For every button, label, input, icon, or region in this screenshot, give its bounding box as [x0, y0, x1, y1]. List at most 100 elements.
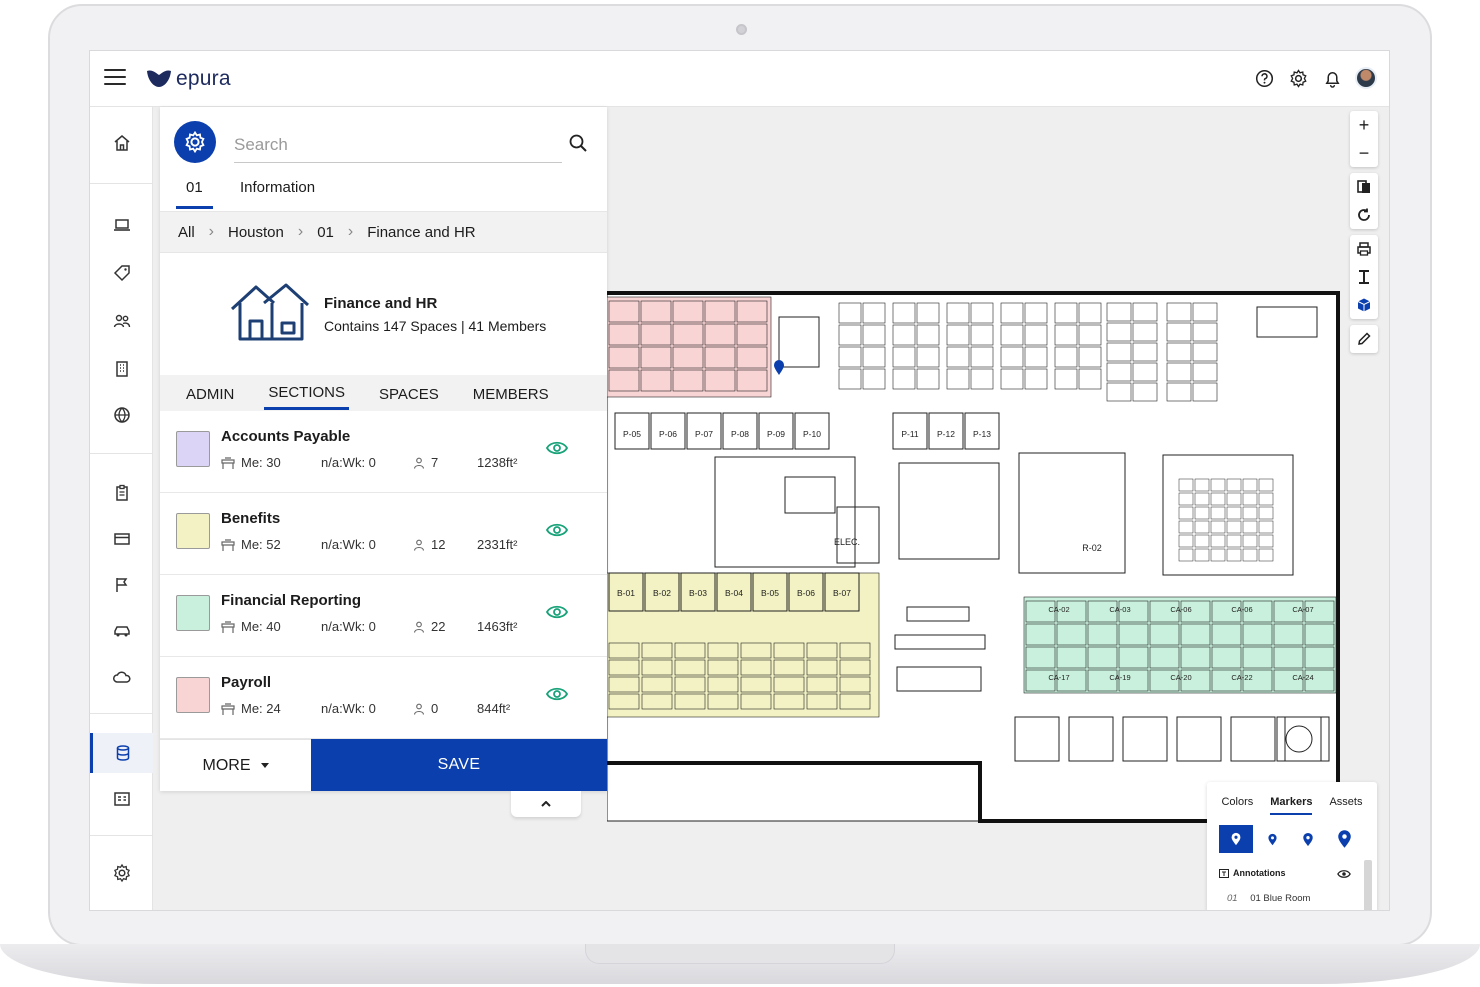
annotations-row: Annotations [1219, 868, 1286, 878]
section-area: 2331ft² [477, 537, 518, 552]
tab-admin[interactable]: ADMIN [182, 378, 238, 409]
tool-controls [1350, 235, 1378, 319]
tag-icon[interactable] [90, 253, 153, 293]
tab-floor-number[interactable]: 01 [176, 179, 213, 209]
laptop-notch [585, 944, 895, 964]
nav-settings-icon[interactable] [90, 853, 153, 893]
person-icon [413, 703, 425, 715]
app-screen: epura P-05 P-06 P-07 P-08 P-09 P-10 P-11… [89, 50, 1390, 911]
pencil-icon[interactable] [1350, 325, 1378, 353]
database-icon[interactable] [90, 733, 153, 773]
legend-tab-assets[interactable]: Assets [1329, 796, 1362, 815]
clipboard-icon[interactable] [90, 473, 153, 513]
office-label: P-08 [731, 429, 749, 439]
collapse-panel-button[interactable] [511, 791, 581, 817]
ca-label: CA-06 [1231, 605, 1252, 614]
section-color-swatch[interactable] [176, 595, 210, 631]
layers-icon[interactable] [1350, 173, 1378, 201]
print-icon[interactable] [1350, 235, 1378, 263]
tab-spaces[interactable]: SPACES [375, 378, 443, 409]
app-logo[interactable]: epura [146, 67, 231, 91]
breadcrumb-houston[interactable]: Houston [228, 224, 284, 241]
visibility-eye-icon[interactable] [545, 441, 569, 460]
id-card-icon[interactable] [90, 779, 153, 819]
refresh-icon[interactable] [1350, 201, 1378, 229]
view-controls [1350, 173, 1378, 229]
section-people: 22 [431, 619, 446, 634]
more-button[interactable]: MORE [160, 739, 311, 791]
annotation-room-item[interactable]: 01 01 Blue Room [1227, 893, 1310, 904]
measure-icon[interactable] [1350, 263, 1378, 291]
3d-cube-icon[interactable] [1350, 291, 1378, 319]
home-icon[interactable] [90, 123, 153, 163]
marker-pin-filled-icon[interactable] [1219, 825, 1253, 853]
tab-sections[interactable]: SECTIONS [264, 376, 350, 410]
search-icon[interactable] [568, 133, 588, 158]
section-desks: Me: 40 [241, 619, 281, 634]
section-row[interactable]: Accounts Payable Me: 30 n/a:Wk: 0 7 1238ft² [160, 411, 607, 493]
ca-label: CA-03 [1109, 605, 1130, 614]
card-icon[interactable] [90, 519, 153, 559]
section-name: Payroll [221, 674, 272, 691]
section-name: Accounts Payable [221, 428, 351, 445]
department-info-card: Finance and HR Contains 147 Spaces | 41 … [160, 253, 607, 375]
building-icon[interactable] [90, 349, 153, 389]
breadcrumb-floor[interactable]: 01 [317, 224, 334, 241]
annotations-eye-icon[interactable] [1337, 866, 1351, 884]
user-avatar[interactable] [1355, 67, 1377, 89]
tab-information[interactable]: Information [240, 179, 315, 206]
app-name: epura [176, 67, 231, 90]
section-row[interactable]: Benefits Me: 52 n/a:Wk: 0 12 2331ft² [160, 493, 607, 575]
breadcrumb-department: Finance and HR [367, 223, 476, 241]
bell-icon[interactable] [1321, 67, 1343, 89]
section-row[interactable]: Payroll Me: 24 n/a:Wk: 0 0 844ft² [160, 657, 607, 739]
visibility-eye-icon[interactable] [545, 523, 569, 542]
ca-label: CA-07 [1292, 605, 1313, 614]
section-workstations: n/a:Wk: 0 [321, 537, 376, 552]
tab-members[interactable]: MEMBERS [469, 378, 553, 409]
settings-icon[interactable] [1287, 67, 1309, 89]
section-area: 1463ft² [477, 619, 518, 634]
save-button[interactable]: SAVE [311, 739, 607, 791]
breadcrumb-all[interactable]: All [178, 224, 195, 241]
zoom-controls: + − [1350, 111, 1378, 167]
space-settings-icon[interactable] [174, 121, 216, 163]
legend-tab-colors[interactable]: Colors [1221, 796, 1253, 815]
legend-tab-markers[interactable]: Markers [1270, 796, 1313, 815]
person-icon [413, 621, 425, 633]
people-icon[interactable] [90, 301, 153, 341]
breadcrumb: All › Houston › 01 › Finance and HR [160, 211, 607, 253]
section-workstations: n/a:Wk: 0 [321, 619, 376, 634]
office-label: B-02 [653, 588, 671, 598]
flag-icon[interactable] [90, 565, 153, 605]
marker-pin-small-icon[interactable] [1255, 825, 1289, 853]
zoom-in-button[interactable]: + [1350, 111, 1378, 139]
section-color-swatch[interactable] [176, 513, 210, 549]
section-row[interactable]: Financial Reporting Me: 40 n/a:Wk: 0 22 1463… [160, 575, 607, 657]
desk-icon [221, 538, 235, 551]
cloud-icon[interactable] [90, 657, 153, 697]
visibility-eye-icon[interactable] [545, 687, 569, 706]
globe-icon[interactable] [90, 395, 153, 435]
section-desks: Me: 52 [241, 537, 281, 552]
chevron-right-icon: › [208, 223, 214, 240]
legend-scrollbar[interactable] [1364, 860, 1372, 910]
ca-label: CA-19 [1109, 673, 1130, 682]
person-icon [413, 457, 425, 469]
search-input[interactable] [234, 127, 562, 163]
section-color-swatch[interactable] [176, 431, 210, 467]
edit-controls [1350, 325, 1378, 353]
zoom-out-button[interactable]: − [1350, 139, 1378, 167]
marker-pin-large-icon[interactable] [1327, 825, 1361, 853]
section-desks: Me: 30 [241, 455, 281, 470]
laptop-icon[interactable] [90, 205, 153, 245]
marker-pin-medium-icon[interactable] [1291, 825, 1325, 853]
menu-icon[interactable] [104, 69, 126, 87]
ca-label: CA-17 [1048, 673, 1069, 682]
car-icon[interactable] [90, 611, 153, 651]
help-icon[interactable] [1253, 67, 1275, 89]
office-label: P-12 [937, 429, 955, 439]
legend-panel: Colors Markers Assets Annotations 01 01 … [1207, 782, 1377, 910]
section-color-swatch[interactable] [176, 677, 210, 713]
visibility-eye-icon[interactable] [545, 605, 569, 624]
